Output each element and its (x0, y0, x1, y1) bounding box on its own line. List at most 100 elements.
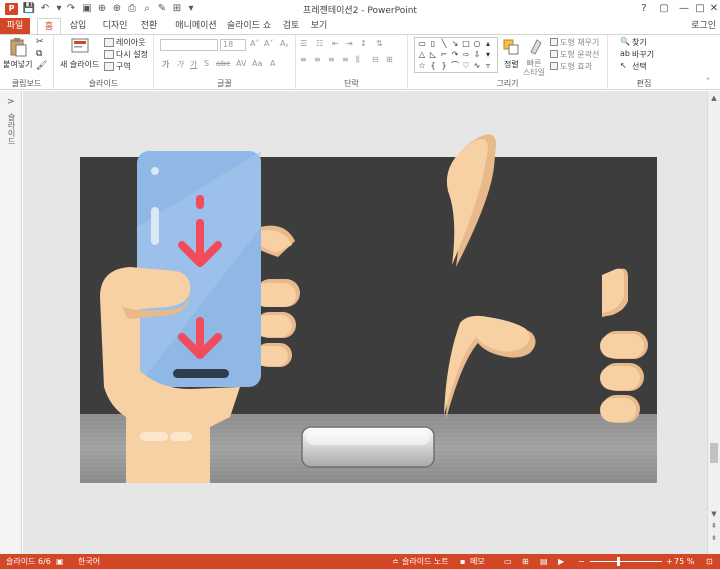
shape-rect-icon[interactable]: □ (461, 39, 471, 48)
grow-font-icon[interactable]: A˄ (250, 39, 259, 48)
font-name-combo[interactable] (160, 39, 218, 51)
tab-animations[interactable]: 애니메이션 (170, 18, 222, 34)
text-direction-icon[interactable]: ⇅ (376, 39, 383, 48)
tab-design[interactable]: 디자인 (98, 18, 132, 34)
align-center-icon[interactable]: ≡ (314, 55, 321, 64)
shape-triangle-icon[interactable]: △ (417, 50, 427, 59)
select-button[interactable]: 선택 (632, 61, 647, 72)
scroll-down-icon[interactable]: ▼ (709, 509, 719, 519)
undo-icon[interactable]: ↶ (38, 2, 52, 16)
shape-fill-button[interactable]: 도형 채우기 (560, 37, 599, 48)
shape-rtriangle-icon[interactable]: ◺ (428, 50, 438, 59)
shape-line-icon[interactable]: ╲ (439, 39, 449, 48)
shape-brace-icon[interactable]: { (428, 61, 438, 70)
underline-icon[interactable]: 가 (190, 59, 197, 70)
shape-right-arrow-icon[interactable]: ⇨ (461, 50, 471, 59)
shape-more-icon[interactable]: ▴ (483, 39, 493, 48)
preview-icon[interactable]: ⌕ (140, 2, 154, 16)
font-size-combo[interactable]: 18 (220, 39, 246, 51)
current-slide[interactable] (80, 134, 657, 483)
shape-freeform-icon[interactable]: ∿ (472, 61, 482, 70)
shadow-icon[interactable]: S (204, 59, 209, 68)
char-spacing-icon[interactable]: AV (236, 59, 246, 68)
shape-arc-icon[interactable]: ⌒ (450, 61, 460, 70)
link-icon[interactable]: ⊕ (95, 2, 109, 16)
numbering-icon[interactable]: ☷ (316, 39, 323, 48)
shape-curve-icon[interactable]: ↷ (450, 50, 460, 59)
tab-slideshow[interactable]: 슬라이드 쇼 (224, 18, 274, 34)
format-painter-icon[interactable]: 🖌 (36, 61, 47, 71)
slideshow-start-icon[interactable]: ▣ (80, 2, 94, 16)
shape-expand-icon[interactable]: ▿ (483, 61, 493, 70)
cut-icon[interactable]: ✂ (36, 37, 44, 47)
login-link[interactable]: 로그인 (691, 18, 716, 34)
zoom-slider-track[interactable] (590, 561, 662, 562)
close-button[interactable]: ✕ (704, 1, 720, 17)
tab-insert[interactable]: 삽입 (66, 18, 90, 34)
shape-brace2-icon[interactable]: } (439, 61, 449, 70)
expand-pane-icon[interactable]: > (7, 97, 15, 107)
proofing-icon[interactable]: ▣ (56, 554, 64, 569)
scroll-up-icon[interactable]: ▲ (709, 93, 719, 103)
collapse-ribbon-icon[interactable]: ˄ (706, 77, 710, 86)
tab-home[interactable]: 홈 (37, 18, 61, 35)
shrink-font-icon[interactable]: A˅ (264, 39, 273, 48)
vertical-scrollbar[interactable]: ▲ ▼ ⇞ ⇟ (707, 91, 720, 554)
shape-outline-button[interactable]: 도형 윤곽선 (560, 49, 599, 60)
shape-textbox-icon[interactable]: ▭ (417, 39, 427, 48)
quick-styles-button[interactable]: 빠른 스타일 (522, 59, 546, 77)
slide-sorter-icon[interactable]: ⊞ (522, 554, 529, 569)
tab-review[interactable]: 검토 (280, 18, 302, 34)
shape-heart-icon[interactable]: ♡ (461, 61, 471, 70)
grid-icon[interactable]: ⊞ (170, 2, 184, 16)
shape-oval-icon[interactable]: ○ (472, 39, 482, 48)
shape-arrow-line-icon[interactable]: ↘ (450, 39, 460, 48)
zoom-out-icon[interactable]: − (578, 554, 585, 569)
redo-icon[interactable]: ↷ (64, 2, 78, 16)
link2-icon[interactable]: ⊕ (110, 2, 124, 16)
slideshow-view-icon[interactable]: ▶ (558, 554, 564, 569)
shape-scroll-icon[interactable]: ▾ (483, 50, 493, 59)
shape-effects-button[interactable]: 도형 효과 (560, 61, 592, 72)
tab-transitions[interactable]: 전환 (136, 18, 162, 34)
prev-slide-icon[interactable]: ⇞ (709, 521, 719, 531)
shape-star-icon[interactable]: ☆ (417, 61, 427, 70)
arrange-button[interactable]: 정렬 (504, 59, 519, 70)
paste-button[interactable]: 붙여넣기 (3, 59, 32, 70)
font-color-icon[interactable]: A (270, 59, 275, 68)
bullets-icon[interactable]: ☰ (300, 39, 307, 48)
reset-button[interactable]: 다시 설정 (116, 49, 148, 60)
replace-button[interactable]: 바꾸기 (632, 49, 654, 60)
justify-icon[interactable]: ≡ (342, 55, 349, 64)
next-slide-icon[interactable]: ⇟ (709, 533, 719, 543)
paste-icon[interactable] (8, 37, 28, 57)
print-icon[interactable]: ⎙ (125, 2, 139, 16)
align-text-icon[interactable]: ⊟ (372, 55, 379, 64)
align-left-icon[interactable]: ≡ (300, 55, 307, 64)
columns-icon[interactable]: ⫼ (356, 55, 360, 65)
section-button[interactable]: 구역 (116, 61, 131, 72)
find-button[interactable]: 찾기 (632, 37, 647, 48)
shape-textbox-v-icon[interactable]: ▯ (428, 39, 438, 48)
new-slide-icon[interactable] (70, 37, 90, 55)
zoom-slider-knob[interactable] (617, 557, 620, 566)
tab-view[interactable]: 보기 (308, 18, 330, 34)
ribbon-display-button[interactable]: ▢ (654, 1, 674, 17)
quick-styles-icon[interactable] (528, 38, 544, 56)
strikethrough-icon[interactable]: abc (216, 59, 230, 68)
fit-slide-icon[interactable]: ⊡ (706, 554, 713, 569)
scrollbar-thumb[interactable] (710, 443, 718, 463)
copy-icon[interactable]: ⧉ (36, 49, 42, 59)
slide-canvas[interactable] (23, 91, 707, 554)
decrease-indent-icon[interactable]: ⇤ (332, 39, 339, 48)
comments-button[interactable]: 메모 (470, 554, 485, 569)
format-icon[interactable]: ✎ (155, 2, 169, 16)
customize-qa-icon[interactable]: ▾ (184, 2, 198, 16)
increase-indent-icon[interactable]: ⇥ (346, 39, 353, 48)
notes-button[interactable]: 슬라이드 노트 (402, 554, 449, 569)
save-icon[interactable]: 💾 (22, 2, 36, 16)
help-button[interactable]: ? (634, 1, 654, 17)
italic-icon[interactable]: 가 (176, 59, 183, 70)
tab-file[interactable]: 파일 (0, 18, 30, 34)
zoom-level[interactable]: 75 % (674, 554, 694, 569)
